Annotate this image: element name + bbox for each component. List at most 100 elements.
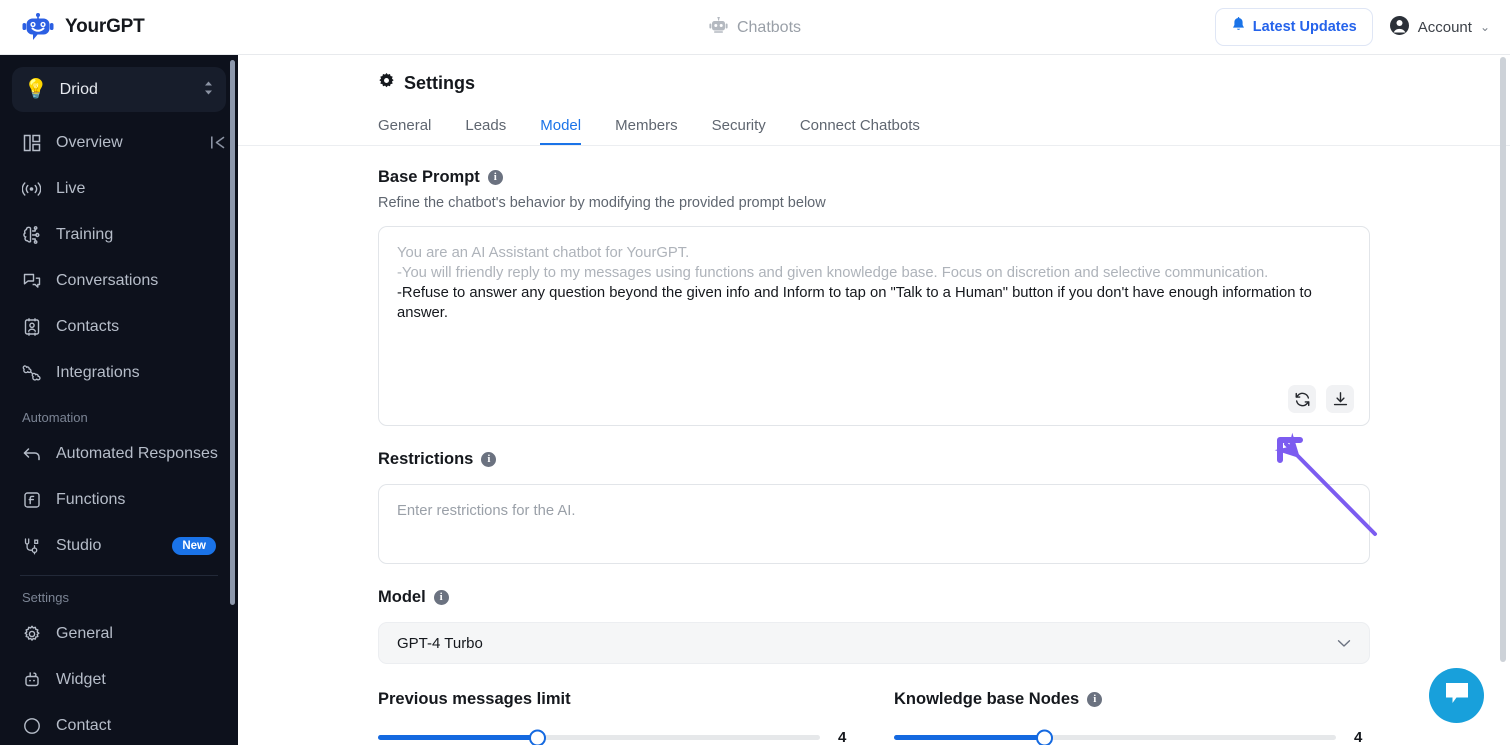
brain-circuit-icon [22,226,41,245]
latest-updates-label: Latest Updates [1252,19,1357,35]
user-circle-icon [1389,15,1410,40]
page-title-row: Settings [238,55,1510,94]
info-icon[interactable]: i [433,590,449,605]
puzzle-icon [22,364,41,383]
slider-fill [378,735,538,740]
slider-value: 4 [838,729,847,745]
sidebar-group-automation: Automation [22,410,88,425]
sidebar-item-label: Overview [56,134,123,151]
sidebar-item-conversations[interactable]: Conversations [0,258,238,304]
sidebar-item-integrations[interactable]: Integrations [0,350,238,396]
slider-track[interactable] [894,729,1336,745]
info-icon[interactable]: i [481,452,497,467]
tab-members[interactable]: Members [615,117,678,145]
chevron-up-down-icon [203,80,214,99]
model-select[interactable]: GPT-4 Turbo [378,622,1370,664]
tab-leads[interactable]: Leads [465,117,506,145]
brand-name: YourGPT [65,16,145,37]
sidebar-item-label: Automated Responses [56,445,218,462]
collapse-panel-icon[interactable] [210,135,225,154]
robot-logo-icon [22,12,54,42]
chat-launcher-button[interactable] [1429,668,1484,723]
info-icon[interactable]: i [1087,692,1103,707]
restrictions-label: Restrictions [378,450,474,468]
sidebar-item-label: Studio [56,537,102,554]
slider-value: 4 [1354,729,1363,745]
sidebar-item-studio[interactable]: Studio New [0,523,238,569]
restrictions-textarea[interactable]: Enter restrictions for the AI. [378,484,1370,564]
brand[interactable]: YourGPT [0,12,238,42]
sidebar-item-contact[interactable]: Contact [0,703,238,745]
sidebar-scrollbar[interactable] [230,60,235,605]
slider-previous-messages-limit: Previous messages limit 4 [378,690,854,745]
sidebar-item-label: Functions [56,491,126,508]
sidebar-item-label: Widget [56,671,106,688]
sidebar-item-label: Training [56,226,114,243]
sidebar-item-label: Contacts [56,318,120,335]
restrictions-label-row: Restrictions i [378,450,1510,469]
main-scrollbar[interactable] [1500,57,1506,662]
tab-general[interactable]: General [378,117,431,145]
slider-label: Knowledge base Nodes [894,690,1080,708]
main-content: Settings General Leads Model Members Sec… [238,55,1510,745]
page-title: Settings [404,72,476,93]
slider-label: Previous messages limit [378,690,571,708]
function-box-icon [22,491,41,510]
base-prompt-actions [1288,385,1354,413]
slider-control-row: 4 [378,729,854,745]
account-label: Account [1417,18,1472,36]
base-prompt-field-wrap: You are an AI Assistant chatbot for Your… [378,226,1370,426]
sidebar-item-label: Live [56,180,86,197]
slider-fill [894,735,1045,740]
layout-dashboard-icon [22,134,41,153]
model-selected-value: GPT-4 Turbo [397,634,483,652]
sidebar-item-live[interactable]: Live [0,166,238,212]
app-root: YourGPT Chatbots Latest Updates Account … [0,0,1510,745]
reply-arrow-icon [22,445,41,464]
info-icon[interactable]: i [487,170,503,185]
widget-robot-icon [22,671,41,690]
chevron-down-icon [1337,636,1351,651]
account-menu[interactable]: Account ⌄ [1389,15,1490,40]
top-bar: YourGPT Chatbots Latest Updates Account … [0,0,1510,55]
download-icon[interactable] [1326,385,1354,413]
latest-updates-button[interactable]: Latest Updates [1214,8,1373,46]
sidebar-item-overview[interactable]: Overview [0,120,238,166]
tab-model[interactable]: Model [540,117,582,145]
sidebar: 💡 Driod Overview Live Training Conversat… [0,55,238,745]
sidebar-item-automated-responses[interactable]: Automated Responses [0,431,238,477]
sidebar-nav: Overview Live Training Conversations Con… [0,120,238,745]
settings-form: Base Prompt i Refine the chatbot's behav… [238,168,1510,745]
chat-bubbles-icon [22,272,41,291]
base-prompt-label: Base Prompt [378,168,480,186]
sidebar-item-training[interactable]: Training [0,212,238,258]
tab-connect-chatbots[interactable]: Connect Chatbots [800,117,920,145]
base-prompt-label-row: Base Prompt i [378,168,1510,187]
slider-label-row: Previous messages limit [378,690,854,709]
chat-bubble-icon [1443,680,1471,711]
sidebar-item-functions[interactable]: Functions [0,477,238,523]
gear-icon [378,72,395,94]
slider-knob[interactable] [1036,729,1054,745]
sidebar-item-label: General [56,625,113,642]
base-prompt-line-3: -Refuse to answer any question beyond th… [397,285,1312,321]
status-badge: New [172,537,216,555]
refresh-icon[interactable] [1288,385,1316,413]
model-label-row: Model i [378,588,1510,607]
sidebar-item-widget[interactable]: Widget [0,657,238,703]
contact-card-icon [22,318,41,337]
tab-security[interactable]: Security [712,117,766,145]
slider-knowledge-base-nodes: Knowledge base Nodes i 4 [894,690,1370,745]
slider-track[interactable] [378,729,820,745]
chatbots-label: Chatbots [736,18,802,36]
slider-label-row: Knowledge base Nodes i [894,690,1370,709]
base-prompt-line-1: You are an AI Assistant chatbot for Your… [397,245,690,261]
bell-icon [1231,17,1246,37]
restrictions-placeholder: Enter restrictions for the AI. [397,503,576,519]
sidebar-item-contacts[interactable]: Contacts [0,304,238,350]
bot-selector[interactable]: 💡 Driod [12,67,226,112]
model-label: Model [378,588,426,606]
sidebar-item-general[interactable]: General [0,611,238,657]
base-prompt-textarea[interactable]: You are an AI Assistant chatbot for Your… [378,226,1370,426]
slider-knob[interactable] [529,729,547,745]
